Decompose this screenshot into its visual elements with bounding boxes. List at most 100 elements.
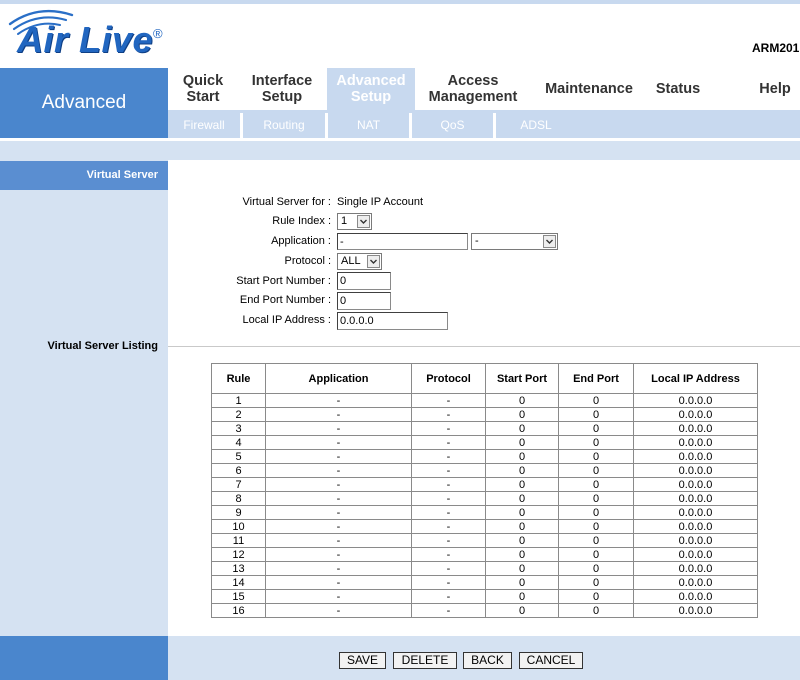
cell-end-port: 0 [558, 505, 634, 520]
cell-application: - [265, 491, 412, 506]
cell-rule: 3 [211, 421, 266, 436]
cell-application: - [265, 533, 412, 548]
cancel-button[interactable]: CANCEL [519, 652, 583, 669]
cell-start-port: 0 [485, 449, 559, 464]
cell-protocol: - [411, 421, 486, 436]
header-start-port: Start Port [485, 363, 559, 394]
device-model: ARM201 [752, 41, 800, 55]
subnav-item-qos[interactable]: QoS [412, 110, 493, 138]
cell-protocol: - [411, 463, 486, 478]
local-ip-input[interactable] [337, 312, 448, 330]
cell-protocol: - [411, 393, 486, 408]
cell-start-port: 0 [485, 589, 559, 604]
cell-local-ip: 0.0.0.0 [633, 575, 758, 590]
cell-protocol: - [411, 505, 486, 520]
cell-application: - [265, 561, 412, 576]
table-row: 6- -0 0 0.0.0.0 [211, 463, 758, 478]
cell-start-port: 0 [485, 477, 559, 492]
application-preset-select[interactable]: - [471, 233, 558, 250]
subnav-item-routing[interactable]: Routing [243, 110, 325, 138]
nav-item-label: Interface [251, 73, 313, 89]
nav-item-label: Setup [350, 89, 392, 105]
cell-protocol: - [411, 477, 486, 492]
cell-start-port: 0 [485, 393, 559, 408]
header-rule: Rule [211, 363, 266, 394]
cell-application: - [265, 589, 412, 604]
nav-item-label: Advanced [336, 73, 406, 89]
cell-application: - [265, 505, 412, 520]
cell-protocol: - [411, 547, 486, 562]
cell-end-port: 0 [558, 519, 634, 534]
cell-local-ip: 0.0.0.0 [633, 449, 758, 464]
table-row: 4- -0 0 0.0.0.0 [211, 435, 758, 450]
local-ip-label: Local IP Address : [242, 314, 331, 326]
nav-item-label: Help [759, 81, 791, 97]
cell-application: - [265, 449, 412, 464]
cell-rule: 4 [211, 435, 266, 450]
protocol-label: Protocol : [284, 255, 331, 267]
cell-rule: 8 [211, 491, 266, 506]
cell-end-port: 0 [558, 561, 634, 576]
nav-item-access-management[interactable]: Access Management [423, 68, 523, 110]
table-row: 1- -0 0 0.0.0.0 [211, 393, 758, 408]
cell-protocol: - [411, 449, 486, 464]
cell-rule: 12 [211, 547, 266, 562]
table-row: 15- -0 0 0.0.0.0 [211, 589, 758, 604]
cell-start-port: 0 [485, 561, 559, 576]
cell-local-ip: 0.0.0.0 [633, 421, 758, 436]
cell-local-ip: 0.0.0.0 [633, 519, 758, 534]
rule-index-select[interactable]: 1 [337, 213, 372, 230]
cell-local-ip: 0.0.0.0 [633, 533, 758, 548]
cell-rule: 15 [211, 589, 266, 604]
cell-protocol: - [411, 561, 486, 576]
nav-item-label: Access [447, 73, 499, 89]
cell-application: - [265, 519, 412, 534]
cell-end-port: 0 [558, 603, 634, 618]
cell-start-port: 0 [485, 491, 559, 506]
nav-item-label: Setup [261, 89, 303, 105]
delete-button[interactable]: DELETE [393, 652, 457, 669]
cell-application: - [265, 463, 412, 478]
cell-rule: 2 [211, 407, 266, 422]
protocol-select[interactable]: ALL [337, 253, 382, 270]
header-local-ip: Local IP Address [633, 363, 758, 394]
nav-item-quick-start[interactable]: Quick Start [178, 68, 228, 110]
nav-item-maintenance[interactable]: Maintenance [539, 68, 639, 110]
table-row: 9- -0 0 0.0.0.0 [211, 505, 758, 520]
application-input[interactable] [337, 233, 468, 250]
cell-rule: 7 [211, 477, 266, 492]
header-protocol: Protocol [411, 363, 486, 394]
back-button[interactable]: BACK [463, 652, 512, 669]
nav-item-label: Status [655, 81, 701, 97]
end-port-input[interactable] [337, 292, 391, 310]
rule-index-label: Rule Index : [272, 215, 331, 227]
cell-protocol: - [411, 519, 486, 534]
header-application: Application [265, 363, 412, 394]
subnav-item-firewall[interactable]: Firewall [168, 110, 240, 138]
cell-protocol: - [411, 589, 486, 604]
nav-item-label: Maintenance [545, 81, 633, 97]
application-label: Application : [271, 235, 331, 247]
save-button[interactable]: SAVE [339, 652, 386, 669]
table-row: 11- -0 0 0.0.0.0 [211, 533, 758, 548]
nav-item-help[interactable]: Help [750, 68, 800, 110]
cell-end-port: 0 [558, 575, 634, 590]
cell-rule: 6 [211, 463, 266, 478]
cell-start-port: 0 [485, 547, 559, 562]
cell-start-port: 0 [485, 505, 559, 520]
start-port-input[interactable] [337, 272, 391, 290]
nav-item-status[interactable]: Status [648, 68, 708, 110]
cell-local-ip: 0.0.0.0 [633, 547, 758, 562]
cell-end-port: 0 [558, 533, 634, 548]
chevron-down-icon [367, 255, 380, 268]
table-header-row: Rule Application Protocol Start Port End… [211, 363, 758, 394]
subnav-item-nat[interactable]: NAT [328, 110, 409, 138]
cell-local-ip: 0.0.0.0 [633, 463, 758, 478]
table-row: 16- -0 0 0.0.0.0 [211, 603, 758, 618]
cell-rule: 14 [211, 575, 266, 590]
subnav-item-adsl[interactable]: ADSL [496, 110, 576, 138]
nav-item-advanced-setup[interactable]: Advanced Setup [327, 68, 415, 110]
virtual-server-for-label: Virtual Server for : [242, 196, 331, 208]
cell-rule: 11 [211, 533, 266, 548]
nav-item-interface-setup[interactable]: Interface Setup [247, 68, 317, 110]
